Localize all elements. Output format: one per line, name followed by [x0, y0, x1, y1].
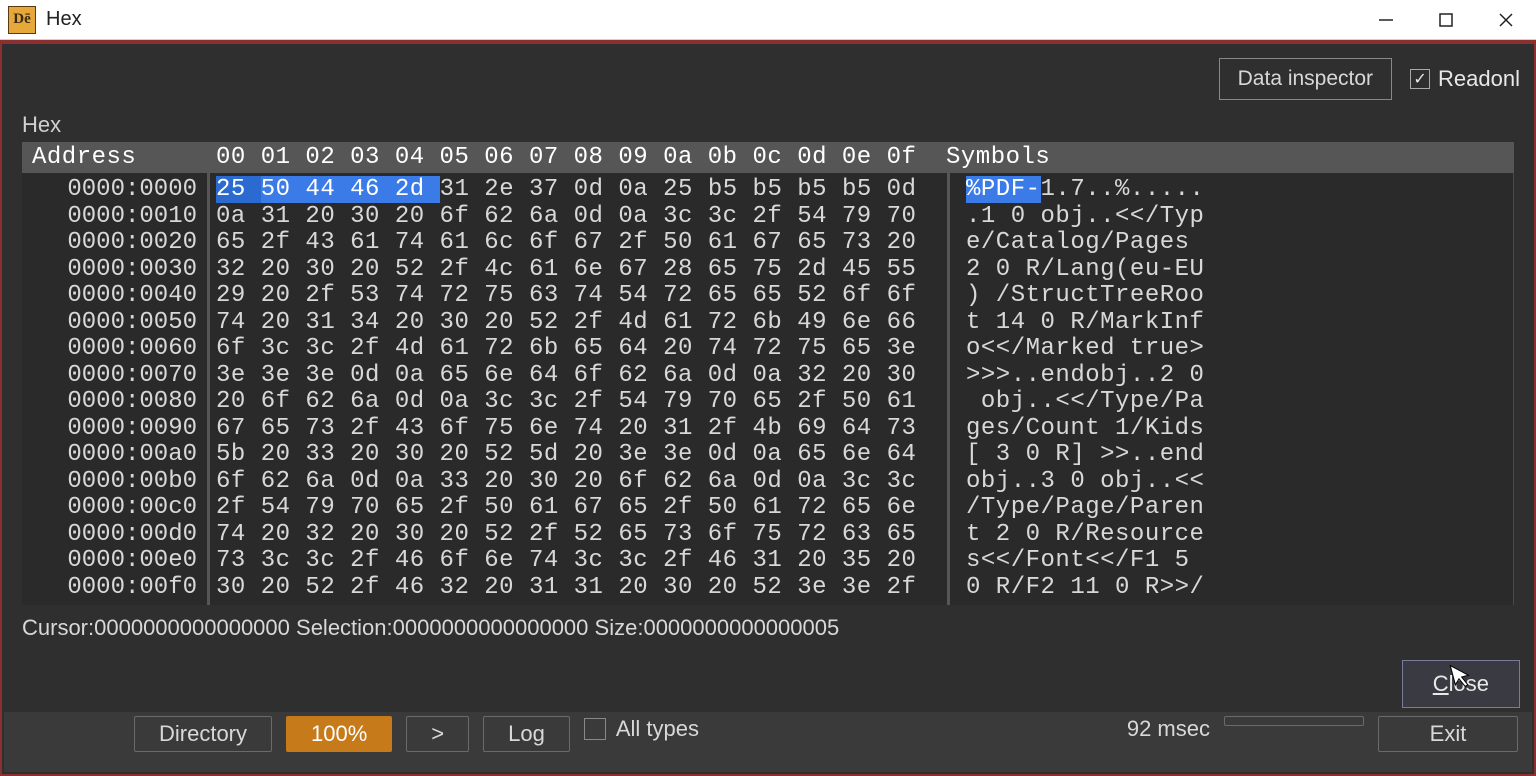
hex-body[interactable]: 0000:0000 0000:0010 0000:0020 0000:0030 … [22, 173, 1514, 605]
cursor-value: 0000000000000000 [94, 615, 290, 640]
app-window: Dē Hex Data inspector ✓ Readonl Hex A [0, 0, 1536, 776]
hex-header: Address 00 01 02 03 04 05 06 07 08 09 0a… [22, 142, 1514, 173]
status-bar: Cursor:0000000000000000 Selection:000000… [2, 605, 1534, 651]
background-toolbar: Directory 100% > Log All types 92 msec E… [4, 712, 1532, 772]
selection-label: Selection: [296, 615, 393, 640]
alltypes-toggle[interactable]: All types [584, 716, 699, 742]
exit-button[interactable]: Exit [1378, 716, 1518, 752]
selection-value: 0000000000000000 [393, 615, 589, 640]
client-area: Data inspector ✓ Readonl Hex Address 00 … [0, 40, 1536, 776]
cursor-label: Cursor: [22, 615, 94, 640]
alltypes-label: All types [616, 716, 699, 742]
hex-bytes-column[interactable]: 25 50 44 46 2d 31 2e 37 0d 0a 25 b5 b5 b… [210, 173, 950, 605]
symbols-column[interactable]: %PDF-1.7..%..... .1 0 obj..<</Typ e/Cata… [950, 173, 1513, 605]
address-column: 0000:0000 0000:0010 0000:0020 0000:0030 … [22, 173, 210, 605]
panel-label: Hex [2, 106, 1534, 142]
readonly-label: Readonl [1438, 66, 1520, 92]
minimize-button[interactable] [1356, 0, 1416, 39]
close-window-button[interactable] [1476, 0, 1536, 39]
hex-panel: Address 00 01 02 03 04 05 06 07 08 09 0a… [22, 142, 1514, 605]
log-button[interactable]: Log [483, 716, 570, 752]
next-button[interactable]: > [406, 716, 469, 752]
check-icon: ✓ [1410, 69, 1430, 89]
window-title: Hex [46, 8, 82, 31]
progress-indicator[interactable]: 100% [286, 716, 392, 752]
readonly-toggle[interactable]: ✓ Readonl [1410, 66, 1520, 92]
size-value: 0000000000000005 [643, 615, 839, 640]
window-controls [1356, 0, 1536, 39]
checkbox-icon [584, 718, 606, 740]
titlebar[interactable]: Dē Hex [0, 0, 1536, 40]
header-symbols: Symbols [930, 142, 1514, 173]
maximize-button[interactable] [1416, 0, 1476, 39]
blank-button-1[interactable] [1224, 716, 1364, 726]
size-label: Size: [595, 615, 644, 640]
data-inspector-button[interactable]: Data inspector [1219, 58, 1392, 100]
header-hex-offsets: 00 01 02 03 04 05 06 07 08 09 0a 0b 0c 0… [210, 142, 930, 173]
toolbar: Data inspector ✓ Readonl [2, 44, 1534, 106]
header-address: Address [22, 142, 210, 173]
directory-button[interactable]: Directory [134, 716, 272, 752]
timing-label: 92 msec [1127, 716, 1210, 742]
app-icon: Dē [8, 6, 36, 34]
